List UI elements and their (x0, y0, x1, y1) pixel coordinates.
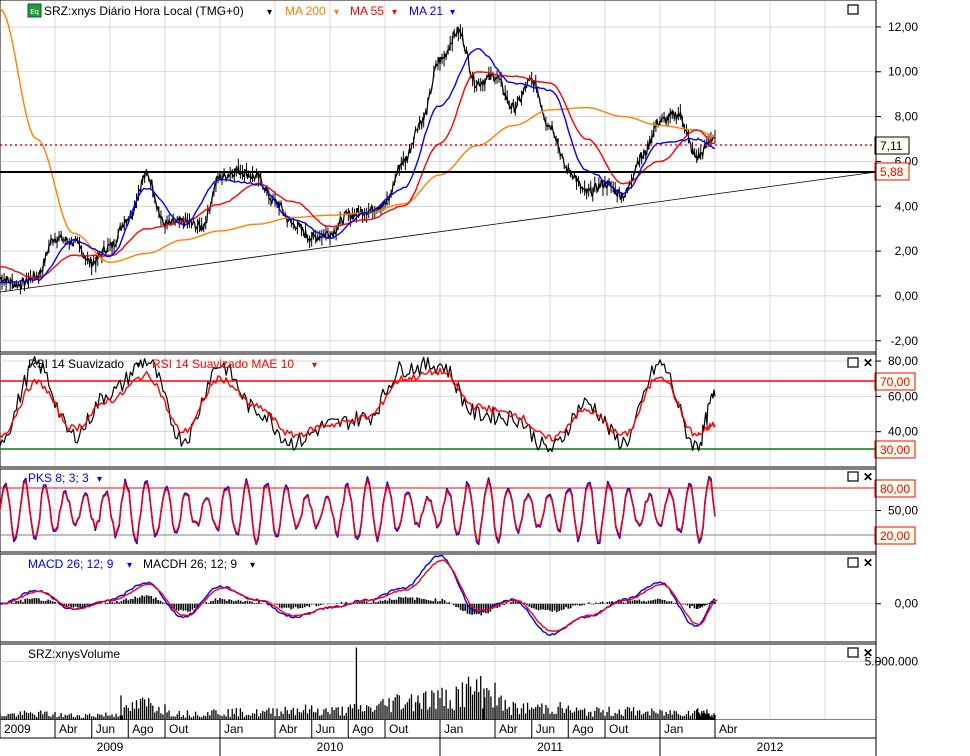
month-label: Jan (664, 722, 683, 736)
ma55-label[interactable]: MA 55 (350, 4, 384, 18)
eq-badge-text: Eq (30, 9, 39, 16)
pks-axis: 50,00 (876, 504, 918, 518)
price-panel: Eq SRZ:xnys Diário Hora Local (TMG+0) ▾ … (0, 0, 918, 353)
volume-axis: 5.000.000 (865, 655, 919, 669)
month-label: Jan (224, 722, 243, 736)
volume-label[interactable]: SRZ:xnysVolume (28, 647, 120, 661)
month-label: Abr (499, 722, 518, 736)
maximize-icon[interactable] (847, 647, 859, 658)
dropdown-arrow-icon[interactable]: ▾ (250, 560, 255, 571)
price-axis: 12,0010,008,006,004,002,000,00-2,00 (876, 20, 918, 348)
price-axis-label: 12,00 (888, 20, 918, 34)
month-label: Jun (536, 722, 555, 736)
volume-panel: SRZ:xnysVolume ✕ 5.000.000 (0, 643, 919, 721)
last-price-badge: 7,11 (874, 136, 910, 155)
year-label: 2012 (757, 740, 784, 754)
macdh-label[interactable]: MACDH 26; 12; 9 (143, 557, 237, 571)
pks-upper-level-value: 80,00 (880, 482, 910, 496)
month-label: Jun (96, 722, 115, 736)
ma21-label[interactable]: MA 21 (409, 4, 443, 18)
macd-label[interactable]: MACD 26; 12; 9 (28, 557, 114, 571)
month-label: Ago (132, 722, 154, 736)
dropdown-arrow-icon[interactable]: ▾ (450, 7, 455, 18)
last-price-value: 7,11 (880, 139, 903, 153)
stock-chart: Eq SRZ:xnys Diário Hora Local (TMG+0) ▾ … (0, 0, 919, 756)
rsi-plot-area (0, 353, 877, 468)
maximize-icon[interactable] (847, 4, 859, 15)
month-label: Ago (572, 722, 594, 736)
price-axis-label: -2,00 (891, 334, 919, 348)
dropdown-arrow-icon[interactable]: ▾ (267, 7, 272, 18)
dropdown-arrow-icon[interactable]: ▾ (136, 360, 141, 371)
close-icon[interactable]: ✕ (863, 356, 873, 370)
maximize-icon[interactable] (847, 471, 859, 482)
year-label: 2009 (97, 740, 124, 754)
month-label: Jan (444, 722, 463, 736)
time-axis: 2009 Abr Jun Ago Out Jan Abr Jun Ago Out Jan Abr Jun… (0, 720, 876, 756)
month-label: Jun (316, 722, 335, 736)
close-icon[interactable]: ✕ (863, 470, 873, 484)
rsi-axis-label: 80,00 (888, 354, 918, 368)
rsi-label[interactable]: RSI 14 Suavizado (28, 357, 124, 371)
maximize-icon[interactable] (847, 357, 859, 368)
maximize-icon[interactable] (847, 557, 859, 568)
rsi-axis-label: 40,00 (888, 425, 918, 439)
pks-lower-level-value: 20,00 (880, 529, 910, 543)
month-label: Abr (59, 722, 78, 736)
price-axis-label: 2,00 (895, 244, 919, 258)
dropdown-arrow-icon[interactable]: ▾ (392, 7, 397, 18)
month-label: Abr (279, 722, 298, 736)
pks-axis-label: 50,00 (888, 504, 918, 518)
rsi-axis-label: 60,00 (888, 389, 918, 403)
month-label: Abr (719, 722, 738, 736)
price-axis-label: 10,00 (888, 65, 918, 79)
month-label: Out (169, 722, 189, 736)
support-level-value: 5,88 (880, 165, 904, 179)
dropdown-arrow-icon[interactable]: ▾ (312, 360, 317, 371)
rsi-lower-level-value: 30,00 (880, 443, 910, 457)
rsi-upper-level-value: 70,00 (880, 375, 910, 389)
price-axis-label: 8,00 (895, 110, 919, 124)
symbol-label[interactable]: SRZ:xnys Diário Hora Local (TMG+0) (44, 4, 244, 18)
support-level-badge: 5,88 (874, 162, 910, 181)
month-label: Out (389, 722, 409, 736)
month-label: Ago (352, 722, 374, 736)
rsi-axis: 80,00 60,00 40,00 (876, 354, 918, 439)
pks-label[interactable]: PKS 8; 3; 3 (28, 471, 89, 485)
close-icon[interactable]: ✕ (863, 556, 873, 570)
macd-axis: 0,00 (876, 597, 918, 611)
volume-axis-label: 5.000.000 (865, 655, 919, 669)
rsi-panel: RSI 14 Suavizado ▾ RSI 14 Suavizado MAE … (0, 353, 918, 468)
dropdown-arrow-icon[interactable]: ▾ (97, 474, 102, 485)
macd-axis-label: 0,00 (895, 597, 919, 611)
ma200-label[interactable]: MA 200 (285, 4, 326, 18)
macd-panel: MACD 26; 12; 9 ▾ MACDH 26; 12; 9 ▾ ✕ 0,0… (0, 553, 918, 643)
year-label: 2010 (317, 740, 344, 754)
dropdown-arrow-icon[interactable]: ▾ (334, 7, 339, 18)
year-label: 2011 (537, 740, 563, 754)
rsi-ma-label[interactable]: RSI 14 Suavizado MAE 10 (152, 357, 294, 371)
month-label: 2009 (4, 722, 31, 736)
dropdown-arrow-icon[interactable]: ▾ (127, 560, 132, 571)
price-plot-area (0, 0, 877, 353)
month-label: Out (609, 722, 629, 736)
price-axis-label: 0,00 (895, 289, 919, 303)
price-axis-label: 4,00 (895, 199, 919, 213)
pks-panel: PKS 8; 3; 3 ▾ ✕ 50,00 80,00 20,00 (0, 468, 918, 553)
